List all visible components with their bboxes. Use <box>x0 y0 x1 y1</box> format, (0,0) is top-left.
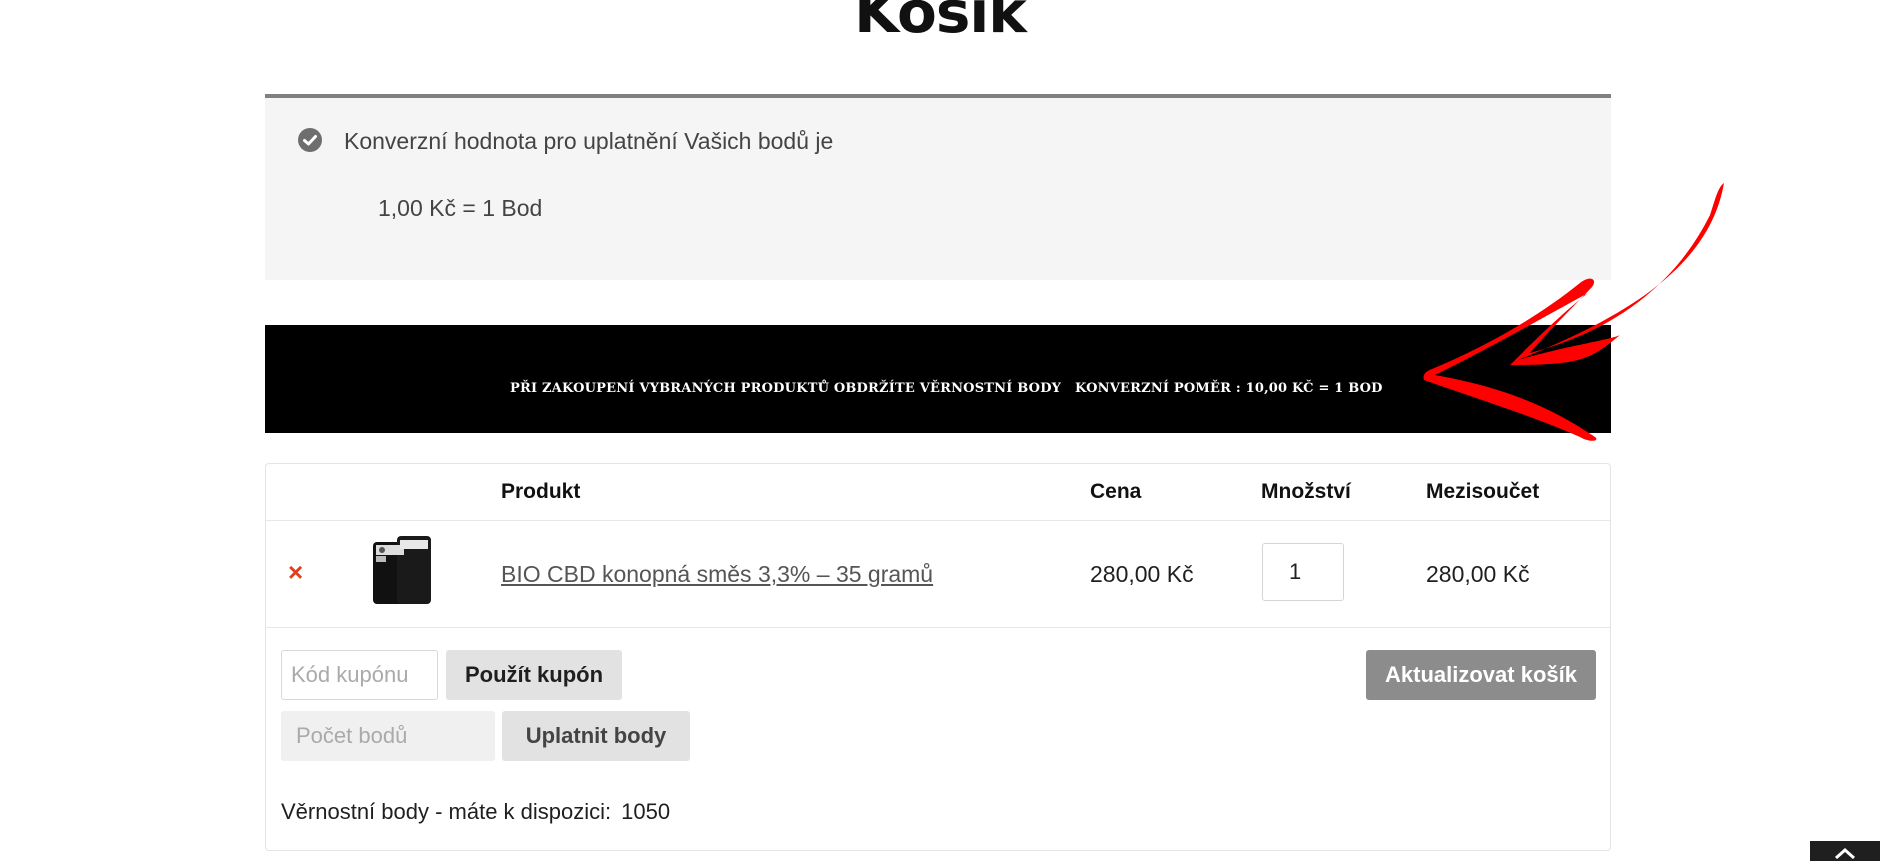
product-price: 280,00 Kč <box>1090 561 1194 587</box>
header-product: Produkt <box>501 480 581 503</box>
cart-table: Produkt Cena Množství Mezisoučet × BIO C… <box>265 463 1611 851</box>
remove-item-icon[interactable]: × <box>288 557 303 588</box>
points-notice: Konverzní hodnota pro uplatnění Vašich b… <box>265 94 1611 280</box>
header-quantity: Množství <box>1261 480 1351 503</box>
notice-rate: 1,00 Kč = 1 Bod <box>378 195 543 221</box>
product-thumbnail[interactable] <box>367 534 437 608</box>
banner-text-right: KONVERZNÍ POMĚR : 10,00 KČ = 1 BOD <box>1075 381 1383 396</box>
product-link[interactable]: BIO CBD konopná směs 3,3% – 35 gramů <box>501 561 933 588</box>
header-price: Cena <box>1090 480 1142 503</box>
chevron-up-icon <box>1835 847 1855 859</box>
loyalty-label: Věrnostní body - máte k dispozici: <box>281 799 612 824</box>
points-input[interactable]: Počet bodů <box>281 711 495 761</box>
cart-table-header: Produkt Cena Množství Mezisoučet <box>266 464 1610 521</box>
red-arrow-annotation <box>1423 183 1724 441</box>
apply-points-button[interactable]: Uplatnit body <box>502 711 690 761</box>
banner-text-left: PŘI ZAKOUPENÍ VYBRANÝCH PRODUKTŮ OBDRŽÍT… <box>510 381 1062 396</box>
quantity-input[interactable]: 1 <box>1262 543 1344 601</box>
page-title: Košík <box>854 0 1027 46</box>
check-circle-icon <box>298 128 322 152</box>
loyalty-points-info: Věrnostní body - máte k dispozici: 1050 <box>281 799 670 825</box>
table-row: × BIO CBD konopná směs 3,3% – 35 gramů 2… <box>266 521 1610 628</box>
loyalty-value: 1050 <box>621 799 671 824</box>
coupon-code-input[interactable]: Kód kupónu <box>281 650 438 700</box>
loyalty-banner: PŘI ZAKOUPENÍ VYBRANÝCH PRODUKTŮ OBDRŽÍT… <box>265 325 1611 433</box>
apply-coupon-button[interactable]: Použít kupón <box>446 650 622 700</box>
notice-message: Konverzní hodnota pro uplatnění Vašich b… <box>344 128 834 154</box>
product-subtotal: 280,00 Kč <box>1426 561 1530 587</box>
header-subtotal: Mezisoučet <box>1426 480 1540 503</box>
update-cart-button[interactable]: Aktualizovat košík <box>1366 650 1596 700</box>
scroll-to-top-button[interactable] <box>1810 841 1880 861</box>
